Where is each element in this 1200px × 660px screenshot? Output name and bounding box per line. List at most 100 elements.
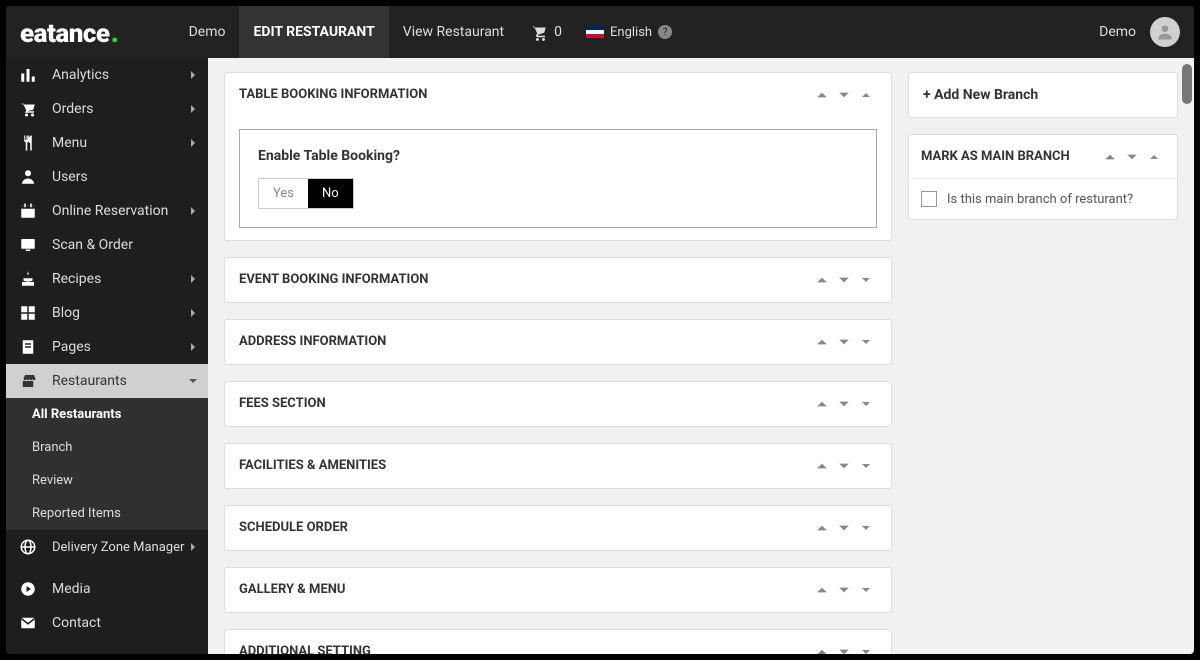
panel-move-up[interactable] <box>811 84 833 106</box>
sidebar-item-label: Restaurants <box>52 373 127 389</box>
panel-move-down[interactable] <box>833 84 855 106</box>
enable-table-booking-toggle: Yes No <box>258 178 354 209</box>
panel-move-up[interactable] <box>811 517 833 539</box>
nav-cart[interactable]: 0 <box>518 23 574 41</box>
sidebar-sub-branch[interactable]: Branch <box>6 431 208 464</box>
store-icon <box>18 371 38 391</box>
panel-expand[interactable] <box>855 269 877 291</box>
sidebar-item-label: Recipes <box>52 271 101 287</box>
add-new-branch-button[interactable]: + Add New Branch <box>909 73 1177 117</box>
panel-move-up[interactable] <box>811 579 833 601</box>
panel-expand[interactable] <box>855 393 877 415</box>
panel-title: MARK AS MAIN BRANCH <box>921 149 1099 164</box>
enable-table-booking-box: Enable Table Booking? Yes No <box>239 129 877 228</box>
help-icon[interactable]: ? <box>658 25 672 39</box>
sidebar-item-reservation[interactable]: Online Reservation <box>6 194 208 228</box>
avatar[interactable] <box>1150 17 1180 47</box>
uk-flag-icon <box>586 26 604 38</box>
enable-table-booking-label: Enable Table Booking? <box>258 148 858 164</box>
content-area: TABLE BOOKING INFORMATION Enable Table B… <box>208 58 1194 654</box>
chevron-right-icon <box>188 308 198 318</box>
panel-gallery: GALLERY & MENU <box>224 567 892 613</box>
panel-title: FEES SECTION <box>239 396 811 411</box>
panel-move-up[interactable] <box>811 331 833 353</box>
panel-move-down[interactable] <box>1121 146 1143 168</box>
main-branch-label: Is this main branch of resturant? <box>947 192 1133 207</box>
sidebar-item-scan-order[interactable]: Scan & Order <box>6 228 208 262</box>
panel-expand[interactable] <box>855 579 877 601</box>
panel-expand[interactable] <box>855 455 877 477</box>
sidebar: Analytics Orders Menu Users Online Reser… <box>6 58 208 654</box>
panel-title: ADDRESS INFORMATION <box>239 334 811 349</box>
panel-move-up[interactable] <box>1099 146 1121 168</box>
sidebar-item-recipes[interactable]: Recipes <box>6 262 208 296</box>
nav-demo[interactable]: Demo <box>175 6 240 58</box>
nav-language[interactable]: English ? <box>574 25 684 40</box>
panel-move-down[interactable] <box>833 517 855 539</box>
toggle-yes[interactable]: Yes <box>259 179 308 208</box>
grid-icon <box>18 303 38 323</box>
panel-move-up[interactable] <box>811 455 833 477</box>
panel-add-branch: + Add New Branch <box>908 72 1178 118</box>
sidebar-item-label: Users <box>52 169 88 185</box>
panel-address: ADDRESS INFORMATION <box>224 319 892 365</box>
sidebar-item-pages[interactable]: Pages <box>6 330 208 364</box>
sidebar-item-blog[interactable]: Blog <box>6 296 208 330</box>
sidebar-item-media[interactable]: Media <box>6 572 208 606</box>
chevron-right-icon <box>188 206 198 216</box>
panel-move-down[interactable] <box>833 393 855 415</box>
language-label: English <box>610 25 652 40</box>
sidebar-item-delivery-zone[interactable]: Delivery Zone Manager <box>6 530 208 564</box>
sidebar-item-label: Blog <box>52 305 80 321</box>
panel-move-up[interactable] <box>811 269 833 291</box>
nav-view-restaurant[interactable]: View Restaurant <box>389 6 518 58</box>
screen-icon <box>18 235 38 255</box>
panel-collapse[interactable] <box>855 84 877 106</box>
chevron-right-icon <box>188 542 198 552</box>
panel-expand[interactable] <box>855 517 877 539</box>
cart-count: 0 <box>554 24 562 40</box>
panel-collapse[interactable] <box>1143 146 1165 168</box>
panel-move-down[interactable] <box>833 269 855 291</box>
chart-icon <box>18 65 38 85</box>
sidebar-sub-review[interactable]: Review <box>6 464 208 497</box>
sidebar-item-label: Delivery Zone Manager <box>52 540 184 555</box>
panel-title: FACILITIES & AMENITIES <box>239 458 811 473</box>
sidebar-item-label: Media <box>52 581 91 597</box>
cart-icon <box>18 99 38 119</box>
calendar-icon <box>18 201 38 221</box>
panel-move-down[interactable] <box>833 579 855 601</box>
panel-expand[interactable] <box>855 641 877 655</box>
sidebar-item-restaurants[interactable]: Restaurants <box>6 364 208 398</box>
sidebar-item-menu[interactable]: Menu <box>6 126 208 160</box>
nav-user[interactable]: Demo <box>1085 6 1140 58</box>
sidebar-item-analytics[interactable]: Analytics <box>6 58 208 92</box>
panel-facilities: FACILITIES & AMENITIES <box>224 443 892 489</box>
panel-move-down[interactable] <box>833 455 855 477</box>
chevron-right-icon <box>188 342 198 352</box>
scrollbar-thumb[interactable] <box>1182 64 1192 104</box>
panel-move-down[interactable] <box>833 641 855 655</box>
main-branch-checkbox[interactable] <box>921 191 937 207</box>
cart-icon <box>530 23 548 41</box>
toggle-no[interactable]: No <box>308 179 353 208</box>
sidebar-item-users[interactable]: Users <box>6 160 208 194</box>
sidebar-item-orders[interactable]: Orders <box>6 92 208 126</box>
sidebar-item-label: Orders <box>52 101 94 117</box>
sidebar-item-contact[interactable]: Contact <box>6 606 208 640</box>
nav-edit-restaurant[interactable]: EDIT RESTAURANT <box>239 6 388 58</box>
chevron-down-icon <box>188 376 198 386</box>
panel-title: TABLE BOOKING INFORMATION <box>239 87 811 102</box>
globe-icon <box>18 537 38 557</box>
sidebar-sub-reported[interactable]: Reported Items <box>6 497 208 530</box>
panel-expand[interactable] <box>855 331 877 353</box>
panel-move-up[interactable] <box>811 641 833 655</box>
mail-icon <box>18 613 38 633</box>
person-icon <box>18 167 38 187</box>
panel-move-up[interactable] <box>811 393 833 415</box>
sidebar-sub-all-restaurants[interactable]: All Restaurants <box>6 398 208 431</box>
panel-move-down[interactable] <box>833 331 855 353</box>
panel-table-booking: TABLE BOOKING INFORMATION Enable Table B… <box>224 72 892 241</box>
panel-title: ADDITIONAL SETTING <box>239 644 811 654</box>
doc-icon <box>18 337 38 357</box>
